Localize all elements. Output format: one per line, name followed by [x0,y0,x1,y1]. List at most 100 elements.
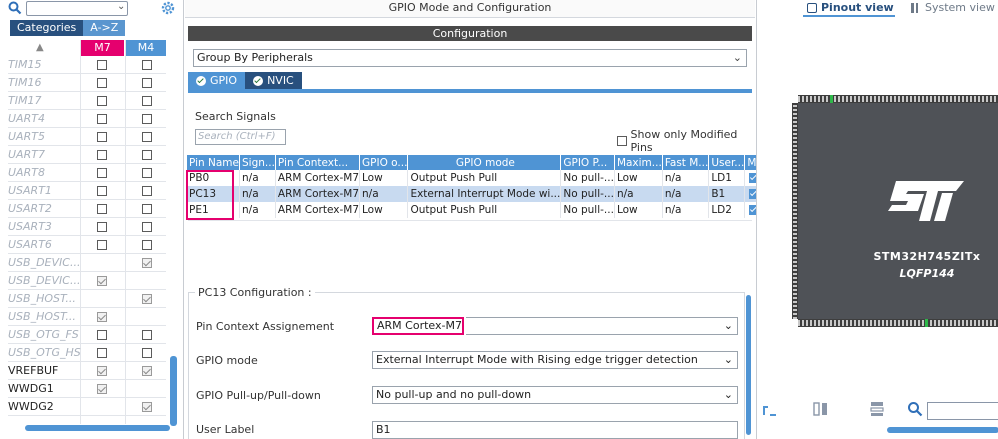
list-item[interactable]: UART4 [8,110,166,128]
m7-checkbox[interactable] [97,132,107,142]
list-item[interactable]: USART3 [8,218,166,236]
m7-checkbox[interactable] [97,366,107,376]
group-by-select[interactable]: Group By Peripherals ⌄ [193,49,747,67]
list-item[interactable]: UART5 [8,128,166,146]
fit-view-icon[interactable] [762,401,778,417]
m4-checkbox[interactable] [142,132,152,142]
m4-checkbox[interactable] [142,402,152,412]
sort-icon[interactable]: ▲ [36,40,48,56]
list-item[interactable]: USB_DEVIC... [8,272,166,290]
horizontal-scrollbar[interactable] [25,425,170,431]
chip-pins-bottom[interactable] [798,319,998,327]
m4-checkbox[interactable] [142,168,152,178]
search-signals-input[interactable]: Search (Ctrl+F) [195,129,286,145]
column-header[interactable]: Pin Context... [275,155,361,170]
mcu-chip[interactable]: STM32H745ZITx LQFP144 [792,95,998,327]
m7-checkbox[interactable] [97,348,107,358]
column-header[interactable]: Pin Name [187,155,240,170]
list-item[interactable]: UART7 [8,146,166,164]
list-item[interactable]: TIM17 [8,92,166,110]
m4-checkbox[interactable] [142,204,152,214]
m7-checkbox[interactable] [97,276,107,286]
column-header[interactable]: Sign... [239,155,276,170]
split-view-icon[interactable] [813,401,829,417]
checkbox[interactable] [617,136,627,146]
column-header[interactable]: Fast M... [662,155,710,170]
pin-context-select-extension[interactable]: ⌄ [466,317,738,335]
list-item[interactable]: USART2 [8,200,166,218]
list-item[interactable]: TIM15 [8,56,166,74]
user-label-input[interactable]: B1 [372,421,738,439]
m4-checkbox[interactable] [142,366,152,376]
list-item[interactable]: TIM16 [8,74,166,92]
m7-checkbox[interactable] [97,96,107,106]
tab-a-z[interactable]: A->Z [83,20,126,36]
show-modified-checkbox[interactable]: Show only Modified Pins [617,128,755,154]
m7-checkbox[interactable] [97,204,107,214]
assigned-pin[interactable] [830,95,833,103]
search-icon[interactable] [8,1,22,15]
m4-checkbox[interactable] [142,60,152,70]
table-row[interactable]: PB0 n/a ARM Cortex-M7 Low Output Push Pull No… [187,170,784,186]
pinout-search-input[interactable] [927,402,998,420]
m7-checkbox[interactable] [97,312,107,322]
column-header[interactable]: User... [708,155,746,170]
column-header[interactable]: GPIO P... [560,155,615,170]
chip-pins-top[interactable] [798,95,998,103]
chevron-down-icon[interactable]: ⌄ [117,1,125,12]
assigned-pin[interactable] [925,319,928,327]
m4-checkbox[interactable] [142,114,152,124]
column-m4[interactable]: M4 [126,40,166,56]
m7-checkbox[interactable] [97,114,107,124]
list-item[interactable]: USART1 [8,182,166,200]
m7-checkbox[interactable] [97,60,107,70]
grid-view-icon[interactable] [869,401,885,417]
table-row[interactable]: PE1 n/a ARM Cortex-M7 Low Output Push Pull No… [187,202,784,218]
tab-pinout-view[interactable]: Pinout view [807,1,894,15]
tab-gpio[interactable]: GPIO [188,72,246,89]
m4-checkbox[interactable] [142,258,152,268]
list-item[interactable]: VREFBUF [8,362,166,380]
m7-checkbox[interactable] [97,168,107,178]
m4-checkbox[interactable] [142,240,152,250]
m4-checkbox[interactable] [142,294,152,304]
column-header[interactable]: GPIO mode [407,155,562,170]
m4-checkbox[interactable] [142,348,152,358]
m7-checkbox[interactable] [97,150,107,160]
tab-categories[interactable]: Categories [10,20,84,36]
list-item[interactable]: USB_OTG_HS [8,344,166,362]
m4-checkbox[interactable] [142,150,152,160]
horizontal-scrollbar[interactable] [887,427,998,433]
list-item[interactable]: WWDG2 [8,398,166,416]
m7-checkbox[interactable] [97,186,107,196]
list-item[interactable]: USB_HOST... [8,290,166,308]
list-item[interactable]: USB_DEVIC... [8,254,166,272]
vertical-scrollbar[interactable] [170,356,177,426]
pin-context-select[interactable]: ARM Cortex-M7 [372,317,464,335]
m4-checkbox[interactable] [142,222,152,232]
column-header[interactable]: GPIO o... [359,155,409,170]
m7-checkbox[interactable] [97,330,107,340]
list-item[interactable]: USB_HOST... [8,308,166,326]
m4-checkbox[interactable] [142,96,152,106]
search-icon[interactable] [907,401,923,417]
m7-checkbox[interactable] [97,222,107,232]
list-item[interactable]: WWDG1 [8,380,166,398]
m7-checkbox[interactable] [97,240,107,250]
tab-system-view[interactable]: System view [911,1,995,15]
tab-nvic[interactable]: NVIC [245,72,302,89]
list-item[interactable]: UART8 [8,164,166,182]
gpio-mode-select[interactable]: External Interrupt Mode with Rising edge… [372,351,738,369]
m4-checkbox[interactable] [142,186,152,196]
gear-icon[interactable] [160,0,176,16]
column-m7[interactable]: M7 [81,40,124,56]
peripheral-search-input[interactable] [26,1,128,16]
column-header[interactable]: Maxim... [614,155,663,170]
m4-checkbox[interactable] [142,78,152,88]
vertical-scrollbar[interactable] [746,295,751,435]
list-item[interactable]: USART6 [8,236,166,254]
m7-checkbox[interactable] [97,78,107,88]
m4-checkbox[interactable] [142,330,152,340]
list-item[interactable]: USB_OTG_FS [8,326,166,344]
table-row[interactable]: PC13 n/a ARM Cortex-M7 n/a External Interrup… [187,186,784,202]
